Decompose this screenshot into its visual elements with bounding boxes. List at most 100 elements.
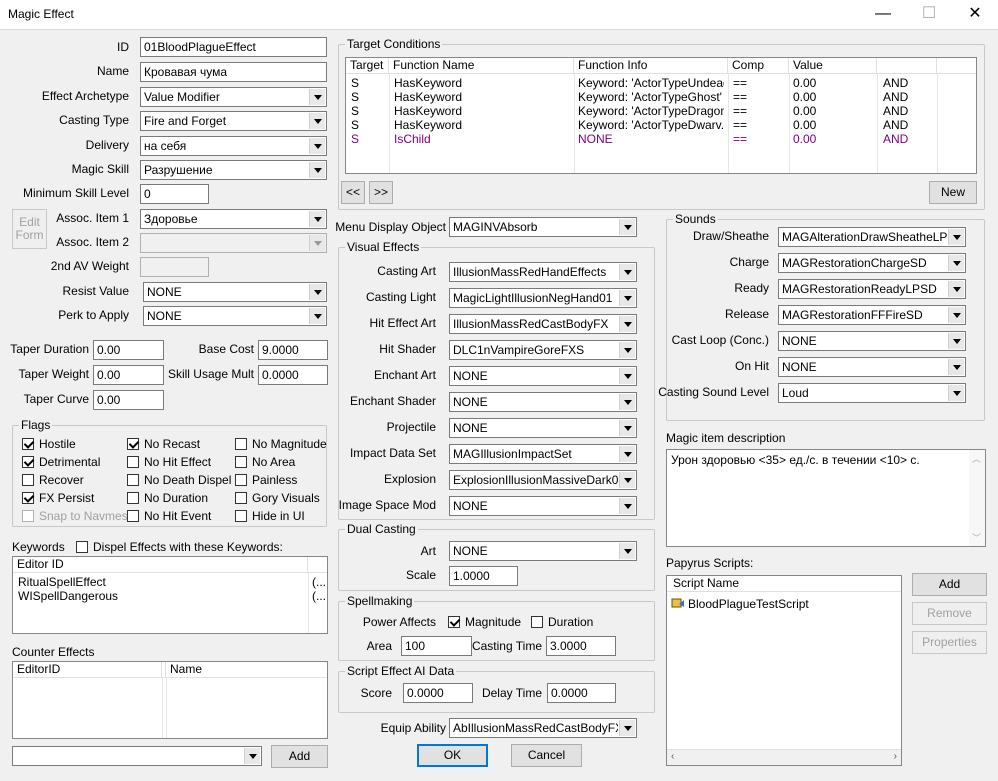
papyrus-add-button[interactable]: Add xyxy=(912,573,987,596)
flag-checkbox[interactable]: No Hit Effect xyxy=(127,455,211,469)
counter-effects-list[interactable]: EditorID Name xyxy=(12,661,328,739)
sound-dropdown[interactable]: NONE xyxy=(778,331,966,351)
archetype-dropdown[interactable]: Value Modifier xyxy=(140,87,327,107)
papyrus-list[interactable]: Script Name BloodPlagueTestScript ‹ › xyxy=(666,575,902,766)
flag-checkbox[interactable]: No Death Dispel xyxy=(127,473,231,487)
condition-cell-target[interactable]: S xyxy=(351,76,359,90)
scroll-down-icon[interactable]: ﹀ xyxy=(972,531,981,544)
scroll-right-icon[interactable]: › xyxy=(894,751,897,762)
condition-cell-info[interactable]: Keyword: 'ActorTypeDragon' xyxy=(578,104,724,118)
sound-dropdown[interactable]: Loud xyxy=(778,383,966,403)
visual-effect-dropdown[interactable]: NONE xyxy=(449,496,637,516)
flag-checkbox[interactable]: Gory Visuals xyxy=(235,491,320,505)
score-field[interactable]: 0.0000 xyxy=(403,683,473,703)
counter-add-button[interactable]: Add xyxy=(271,745,328,768)
condition-cell-func[interactable]: HasKeyword xyxy=(394,104,462,118)
perk-dropdown[interactable]: NONE xyxy=(143,306,327,326)
condition-cell-value[interactable]: 0.00 xyxy=(793,118,816,132)
flag-checkbox[interactable]: Hide in UI xyxy=(235,509,305,523)
visual-effect-dropdown[interactable]: IllusionMassRedCastBodyFX xyxy=(449,314,637,334)
condition-cell-info[interactable]: NONE xyxy=(578,132,613,146)
visual-effect-dropdown[interactable]: IllusionMassRedHandEffects xyxy=(449,262,637,282)
ok-button[interactable]: OK xyxy=(417,744,488,767)
condition-cell-op[interactable]: AND xyxy=(883,132,908,146)
menu-display-dropdown[interactable]: MAGINVAbsorb xyxy=(449,217,637,237)
visual-effect-dropdown[interactable]: MAGIllusionImpactSet xyxy=(449,444,637,464)
conditions-table[interactable]: Target Function Name Function Info Comp Valu… xyxy=(345,57,977,174)
flag-checkbox[interactable]: Detrimental xyxy=(22,455,100,469)
condition-cell-info[interactable]: Keyword: 'ActorTypeUndead' xyxy=(578,76,724,90)
condition-cell-op[interactable]: AND xyxy=(883,104,908,118)
visual-effect-dropdown[interactable]: MagicLightIllusionNegHand01 xyxy=(449,288,637,308)
flag-checkbox[interactable]: Hostile xyxy=(22,437,76,451)
condition-cell-func[interactable]: IsChild xyxy=(394,132,431,146)
script-item[interactable]: BloodPlagueTestScript xyxy=(688,597,809,611)
maximize-button[interactable]: ☐ xyxy=(906,0,952,30)
dispel-keywords-checkbox[interactable]: Dispel Effects with these Keywords: xyxy=(76,540,283,554)
flag-checkbox[interactable]: Recover xyxy=(22,473,84,487)
counter-header-name[interactable]: Name xyxy=(166,662,327,678)
dual-scale-field[interactable]: 1.0000 xyxy=(449,566,518,586)
min-skill-field[interactable]: 0 xyxy=(140,184,209,204)
counter-effect-dropdown[interactable] xyxy=(12,746,262,766)
flag-checkbox[interactable]: Painless xyxy=(235,473,297,487)
delivery-dropdown[interactable]: на себя xyxy=(140,136,327,156)
keywords-list[interactable]: Editor ID RitualSpellEffect (... WISpell… xyxy=(12,556,328,634)
visual-effect-dropdown[interactable]: NONE xyxy=(449,392,637,412)
papyrus-properties-button[interactable]: Properties xyxy=(912,631,987,654)
condition-cell-value[interactable]: 0.00 xyxy=(793,76,816,90)
assoc2-dropdown[interactable] xyxy=(140,233,327,253)
condition-cell-value[interactable]: 0.00 xyxy=(793,132,816,146)
keyword-row[interactable]: RitualSpellEffect xyxy=(18,575,106,589)
conditions-header-cell[interactable]: Comp xyxy=(728,58,789,74)
area-field[interactable]: 100 xyxy=(401,636,472,656)
condition-cell-op[interactable]: AND xyxy=(883,90,908,104)
papyrus-remove-button[interactable]: Remove xyxy=(912,602,987,625)
condition-cell-func[interactable]: HasKeyword xyxy=(394,118,462,132)
condition-cell-target[interactable]: S xyxy=(351,104,359,118)
condition-cell-target[interactable]: S xyxy=(351,132,359,146)
flag-checkbox[interactable]: No Area xyxy=(235,455,295,469)
description-textarea[interactable]: Урон здоровью <35> ед./с. в течении <10>… xyxy=(666,449,986,547)
conditions-header-cell[interactable]: Value xyxy=(789,58,877,74)
dual-art-dropdown[interactable]: NONE xyxy=(449,541,637,561)
id-field[interactable]: 01BloodPlagueEffect xyxy=(140,37,327,57)
taper-curve-field[interactable]: 0.00 xyxy=(93,390,164,410)
visual-effect-dropdown[interactable]: NONE xyxy=(449,418,637,438)
conditions-header-cell[interactable]: Function Name xyxy=(389,58,574,74)
keyword-row[interactable]: WISpellDangerous xyxy=(18,589,118,603)
counter-header-editor[interactable]: EditorID xyxy=(13,662,162,678)
keywords-header-extra[interactable] xyxy=(308,557,327,573)
condition-cell-func[interactable]: HasKeyword xyxy=(394,76,462,90)
horizontal-scrollbar[interactable]: ‹ › xyxy=(667,749,901,765)
condition-cell-comp[interactable]: == xyxy=(733,104,747,118)
conditions-header-cell[interactable] xyxy=(877,58,937,74)
delay-time-field[interactable]: 0.0000 xyxy=(547,683,616,703)
conditions-header-cell[interactable] xyxy=(937,58,976,74)
visual-effect-dropdown[interactable]: ExplosionIllusionMassiveDark01 xyxy=(449,470,637,490)
name-field[interactable]: Кровавая чума xyxy=(140,62,327,82)
close-button[interactable]: ✕ xyxy=(952,0,998,30)
condition-cell-comp[interactable]: == xyxy=(733,76,747,90)
taper-weight-field[interactable]: 0.00 xyxy=(93,365,164,385)
resist-dropdown[interactable]: NONE xyxy=(143,282,327,302)
condition-cell-info[interactable]: Keyword: 'ActorTypeGhost' xyxy=(578,90,722,104)
scroll-left-icon[interactable]: ‹ xyxy=(671,751,674,762)
skill-mult-field[interactable]: 0.0000 xyxy=(258,365,328,385)
taper-duration-field[interactable]: 0.00 xyxy=(93,340,164,360)
conditions-header-cell[interactable]: Target xyxy=(346,58,389,74)
assoc1-dropdown[interactable]: Здоровье xyxy=(140,209,327,229)
sound-dropdown[interactable]: MAGAlterationDrawSheatheLPMSD xyxy=(778,227,966,247)
casting-type-dropdown[interactable]: Fire and Forget xyxy=(140,111,327,131)
condition-cell-comp[interactable]: == xyxy=(733,90,747,104)
condition-cell-comp[interactable]: == xyxy=(733,118,747,132)
conditions-header-cell[interactable]: Function Info xyxy=(574,58,728,74)
condition-cell-op[interactable]: AND xyxy=(883,118,908,132)
casting-time-field[interactable]: 3.0000 xyxy=(546,636,616,656)
equip-ability-dropdown[interactable]: AbIllusionMassRedCastBodyFX xyxy=(449,718,637,738)
magnitude-checkbox[interactable]: Magnitude xyxy=(448,615,521,629)
sound-dropdown[interactable]: MAGRestorationReadyLPSD xyxy=(778,279,966,299)
conditions-next-button[interactable]: >> xyxy=(369,181,393,204)
base-cost-field[interactable]: 9.0000 xyxy=(258,340,328,360)
condition-cell-value[interactable]: 0.00 xyxy=(793,90,816,104)
